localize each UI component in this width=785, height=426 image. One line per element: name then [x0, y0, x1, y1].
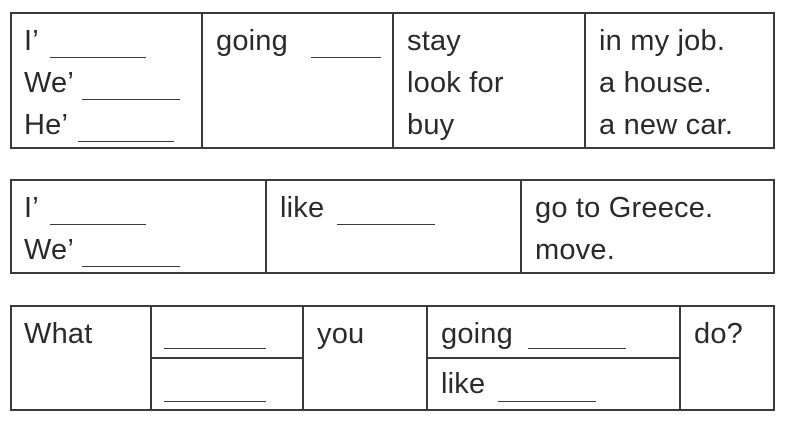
table3-blank-column-divider	[152, 357, 303, 359]
table2-blank-i	[50, 224, 146, 225]
table3-do-column: do?	[679, 307, 773, 409]
table2-verb-column: go to Greece. move.	[520, 181, 773, 272]
table2-verb-greece: go to Greece.	[535, 192, 714, 224]
table1-blank-i	[50, 57, 146, 58]
table1-object-column: in my job. a house. a new car.	[584, 14, 773, 147]
table1-subject-i: I’	[24, 25, 39, 57]
table3-like: like	[441, 368, 486, 400]
table3-you-column: you	[302, 307, 426, 409]
table1-object-car: a new car.	[599, 109, 734, 141]
table1-subject-column: I’ We’ He’	[12, 14, 202, 147]
table3-blank-like	[498, 401, 596, 402]
table3-going: going	[441, 318, 513, 350]
table1-subject-we: We’	[24, 67, 75, 99]
table1-blank-we	[82, 99, 180, 100]
table3-do: do?	[694, 318, 743, 350]
table3-blank-column	[150, 307, 303, 409]
table2-like: like	[280, 192, 325, 224]
table2-subject-i: I’	[24, 192, 39, 224]
table3-what: What	[24, 318, 93, 350]
table1-verb-column: stay look for buy	[392, 14, 584, 147]
table1-verb-stay: stay	[407, 25, 461, 57]
table2-verb-move: move.	[535, 234, 615, 266]
table1-subject-he: He’	[24, 109, 69, 141]
table2-blank-like	[337, 224, 435, 225]
table1-verb-look-for: look for	[407, 67, 504, 99]
table3-blank-top	[164, 348, 266, 349]
table2-subject-column: I’ We’	[12, 181, 266, 272]
table1-object-job: in my job.	[599, 25, 726, 57]
question-table: What you going like do?	[10, 305, 775, 411]
table1-going-column: going	[201, 14, 392, 147]
table2-like-column: like	[265, 181, 520, 272]
table3-you: you	[317, 318, 365, 350]
table1-blank-he	[78, 141, 174, 142]
sentence-table-1: I’ We’ He’ going stay look for buy in my…	[10, 12, 775, 149]
table2-subject-we: We’	[24, 234, 75, 266]
table1-going: going	[216, 25, 288, 57]
table2-blank-we	[82, 266, 180, 267]
table1-blank-going	[311, 57, 381, 58]
table3-blank-bottom	[164, 401, 266, 402]
table3-verb-column: going like	[426, 307, 680, 409]
table3-verb-column-divider	[428, 357, 680, 359]
sentence-table-2: I’ We’ like go to Greece. move.	[10, 179, 775, 274]
table3-blank-going	[528, 348, 626, 349]
table1-object-house: a house.	[599, 67, 712, 99]
table1-verb-buy: buy	[407, 109, 455, 141]
table3-what-column: What	[12, 307, 151, 409]
